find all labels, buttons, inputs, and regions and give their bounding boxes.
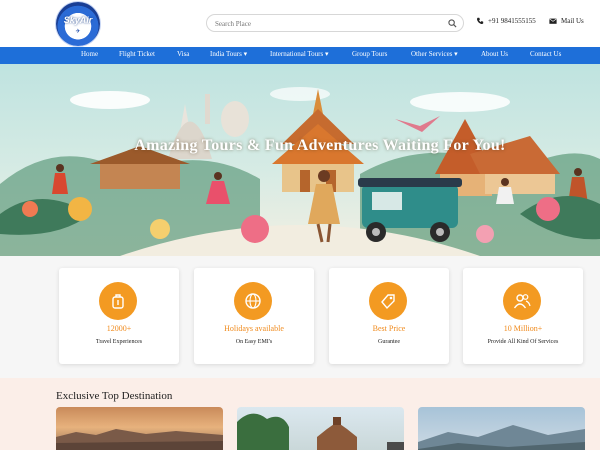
phone-contact[interactable]: +91 9841555155 (476, 17, 536, 25)
nav-item-other-services[interactable]: Other Services ▾ (411, 50, 458, 58)
feature-subtitle: Travel Experiences (95, 339, 143, 345)
feature-card-holidays: Holidays available On Easy EMI's (194, 268, 314, 364)
feature-icon-wrap (369, 282, 407, 320)
nav-item-group-tours[interactable]: Group Tours (352, 50, 387, 58)
destination-card-2[interactable] (237, 407, 404, 450)
mail-label: Mail Us (561, 17, 584, 25)
search-input[interactable] (215, 17, 445, 30)
search-box[interactable] (206, 14, 464, 32)
feature-card-travel-experiences: 12000+ Travel Experiences (59, 268, 179, 364)
users-icon (513, 294, 531, 309)
feature-card-services: 10 Million+ Provide All Kind Of Services (463, 268, 583, 364)
hero-banner: Amazing Tours & Fun Adventures Waiting F… (0, 64, 600, 256)
phone-icon (476, 17, 484, 25)
feature-subtitle: On Easy EMI's (235, 339, 273, 345)
feature-title: Holidays available (224, 324, 284, 333)
feature-icon-wrap (234, 282, 272, 320)
nav-item-about-us[interactable]: About Us (481, 50, 508, 58)
hero-illustration (0, 87, 600, 256)
mail-contact[interactable]: Mail Us (549, 17, 584, 25)
globe-icon (245, 293, 261, 309)
nav-item-contact-us[interactable]: Contact Us (530, 50, 561, 58)
search-icon[interactable] (448, 19, 457, 28)
features-section: 12000+ Travel Experiences Holidays avail… (0, 256, 600, 378)
nav-item-india-tours[interactable]: India Tours ▾ (210, 50, 247, 58)
destination-image (237, 413, 404, 450)
feature-subtitle: Provide All Kind Of Services (487, 339, 559, 345)
destination-image (56, 429, 223, 450)
nav-item-international-tours[interactable]: International Tours ▾ (270, 50, 329, 58)
feature-subtitle: Gurantee (378, 339, 400, 345)
header: SkyAir ✈ +91 9841555155 Mail Us (0, 0, 600, 47)
section-heading: Exclusive Top Destination (56, 390, 173, 402)
mail-icon (549, 18, 557, 24)
logo-plane-icon: ✈ (75, 29, 81, 35)
phone-number: +91 9841555155 (488, 17, 536, 25)
nav-item-home[interactable]: Home (81, 50, 98, 58)
site-logo[interactable]: SkyAir ✈ (56, 2, 100, 46)
price-tag-icon (381, 294, 395, 310)
feature-title: 12000+ (106, 324, 132, 333)
feature-card-best-price: Best Price Gurantee (329, 268, 449, 364)
nav-item-flight-ticket[interactable]: Flight Ticket (119, 50, 155, 58)
feature-icon-wrap (503, 282, 541, 320)
feature-title: 10 Million+ (503, 324, 543, 333)
top-destinations-section: Exclusive Top Destination (0, 378, 600, 450)
luggage-icon (112, 294, 124, 309)
main-nav: Home Flight Ticket Visa India Tours ▾ In… (0, 47, 600, 64)
hero-title: Amazing Tours & Fun Adventures Waiting F… (134, 137, 506, 154)
nav-item-visa[interactable]: Visa (177, 50, 189, 58)
logo-text: SkyAir (63, 15, 93, 25)
destination-card-3[interactable] (418, 407, 585, 450)
destination-image (418, 425, 585, 450)
feature-icon-wrap (99, 282, 137, 320)
feature-title: Best Price (372, 324, 406, 333)
destination-card-1[interactable] (56, 407, 223, 450)
